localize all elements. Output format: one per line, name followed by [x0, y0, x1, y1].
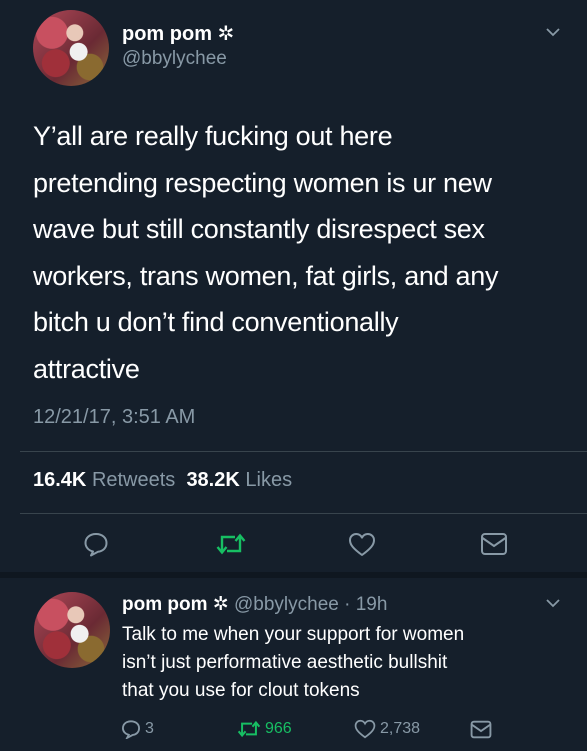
chevron-down-icon[interactable]	[546, 599, 560, 611]
retweets-stat[interactable]: 16.4K Retweets	[33, 469, 175, 491]
tweet-text-line: bitch u don’t find conventionally	[33, 307, 399, 338]
reply-header: pom pom ✲ @bbylychee · 19h	[122, 593, 387, 616]
reply-text-line: isn’t just performative aesthetic bullsh…	[122, 652, 448, 673]
reply-count: 3	[145, 720, 154, 737]
retweet-count: 966	[265, 720, 292, 737]
main-tweet: pom pom ✲ @bbylychee Y’all are really fu…	[0, 0, 587, 572]
avatar[interactable]	[34, 592, 110, 668]
message-icon[interactable]	[480, 532, 508, 556]
message-icon	[470, 720, 492, 739]
divider	[20, 451, 587, 452]
like-icon[interactable]	[348, 532, 376, 557]
tweet-text-line: workers, trans women, fat girls, and any	[33, 260, 499, 291]
tweet-text-line: wave but still constantly disrespect sex	[33, 214, 485, 245]
avatar[interactable]	[33, 10, 109, 86]
retweet-action[interactable]: 966	[237, 719, 292, 739]
handle-time: @bbylychee · 19h	[233, 594, 388, 615]
reply-text: Talk to me when your support for women i…	[122, 621, 572, 705]
reply-icon[interactable]	[83, 531, 109, 557]
retweets-label: Retweets	[91, 469, 176, 491]
reply-action[interactable]: 3	[121, 719, 154, 739]
display-name[interactable]: pom pom ✲	[122, 21, 234, 46]
retweets-count: 16.4K	[33, 469, 87, 491]
tweet-text-line: Y’all are really fucking out here	[33, 121, 393, 151]
message-action[interactable]	[470, 720, 492, 739]
retweet-icon[interactable]	[216, 531, 246, 557]
reply-text-line: that you use for clout tokens	[122, 680, 360, 701]
tweet-text: Y’all are really fucking out here preten…	[33, 113, 563, 393]
like-action[interactable]: 2,738	[354, 719, 420, 739]
tweet-separator	[0, 572, 587, 578]
display-name[interactable]: pom pom ✲	[122, 594, 229, 615]
handle[interactable]: @bbylychee	[122, 48, 227, 70]
reply-action-bar: 3 966 2,738	[0, 719, 587, 745]
like-count: 2,738	[380, 720, 421, 737]
reply-text-line: Talk to me when your support for women	[122, 624, 465, 645]
likes-label: Likes	[245, 469, 293, 491]
tweet-text-line: attractive	[33, 353, 140, 384]
tweet-text-line: pretending respecting women is ur new	[33, 167, 492, 198]
engagement-counts: 16.4K Retweets 38.2K Likes	[33, 469, 292, 492]
chevron-down-icon[interactable]	[546, 28, 560, 40]
reply-icon	[121, 720, 141, 739]
likes-count: 38.2K	[186, 469, 240, 491]
timestamp[interactable]: 12/21/17, 3:51 AM	[33, 406, 195, 429]
retweet-icon	[237, 720, 261, 738]
like-icon	[354, 719, 376, 739]
divider	[20, 513, 587, 514]
likes-stat[interactable]: 38.2K Likes	[186, 469, 292, 491]
